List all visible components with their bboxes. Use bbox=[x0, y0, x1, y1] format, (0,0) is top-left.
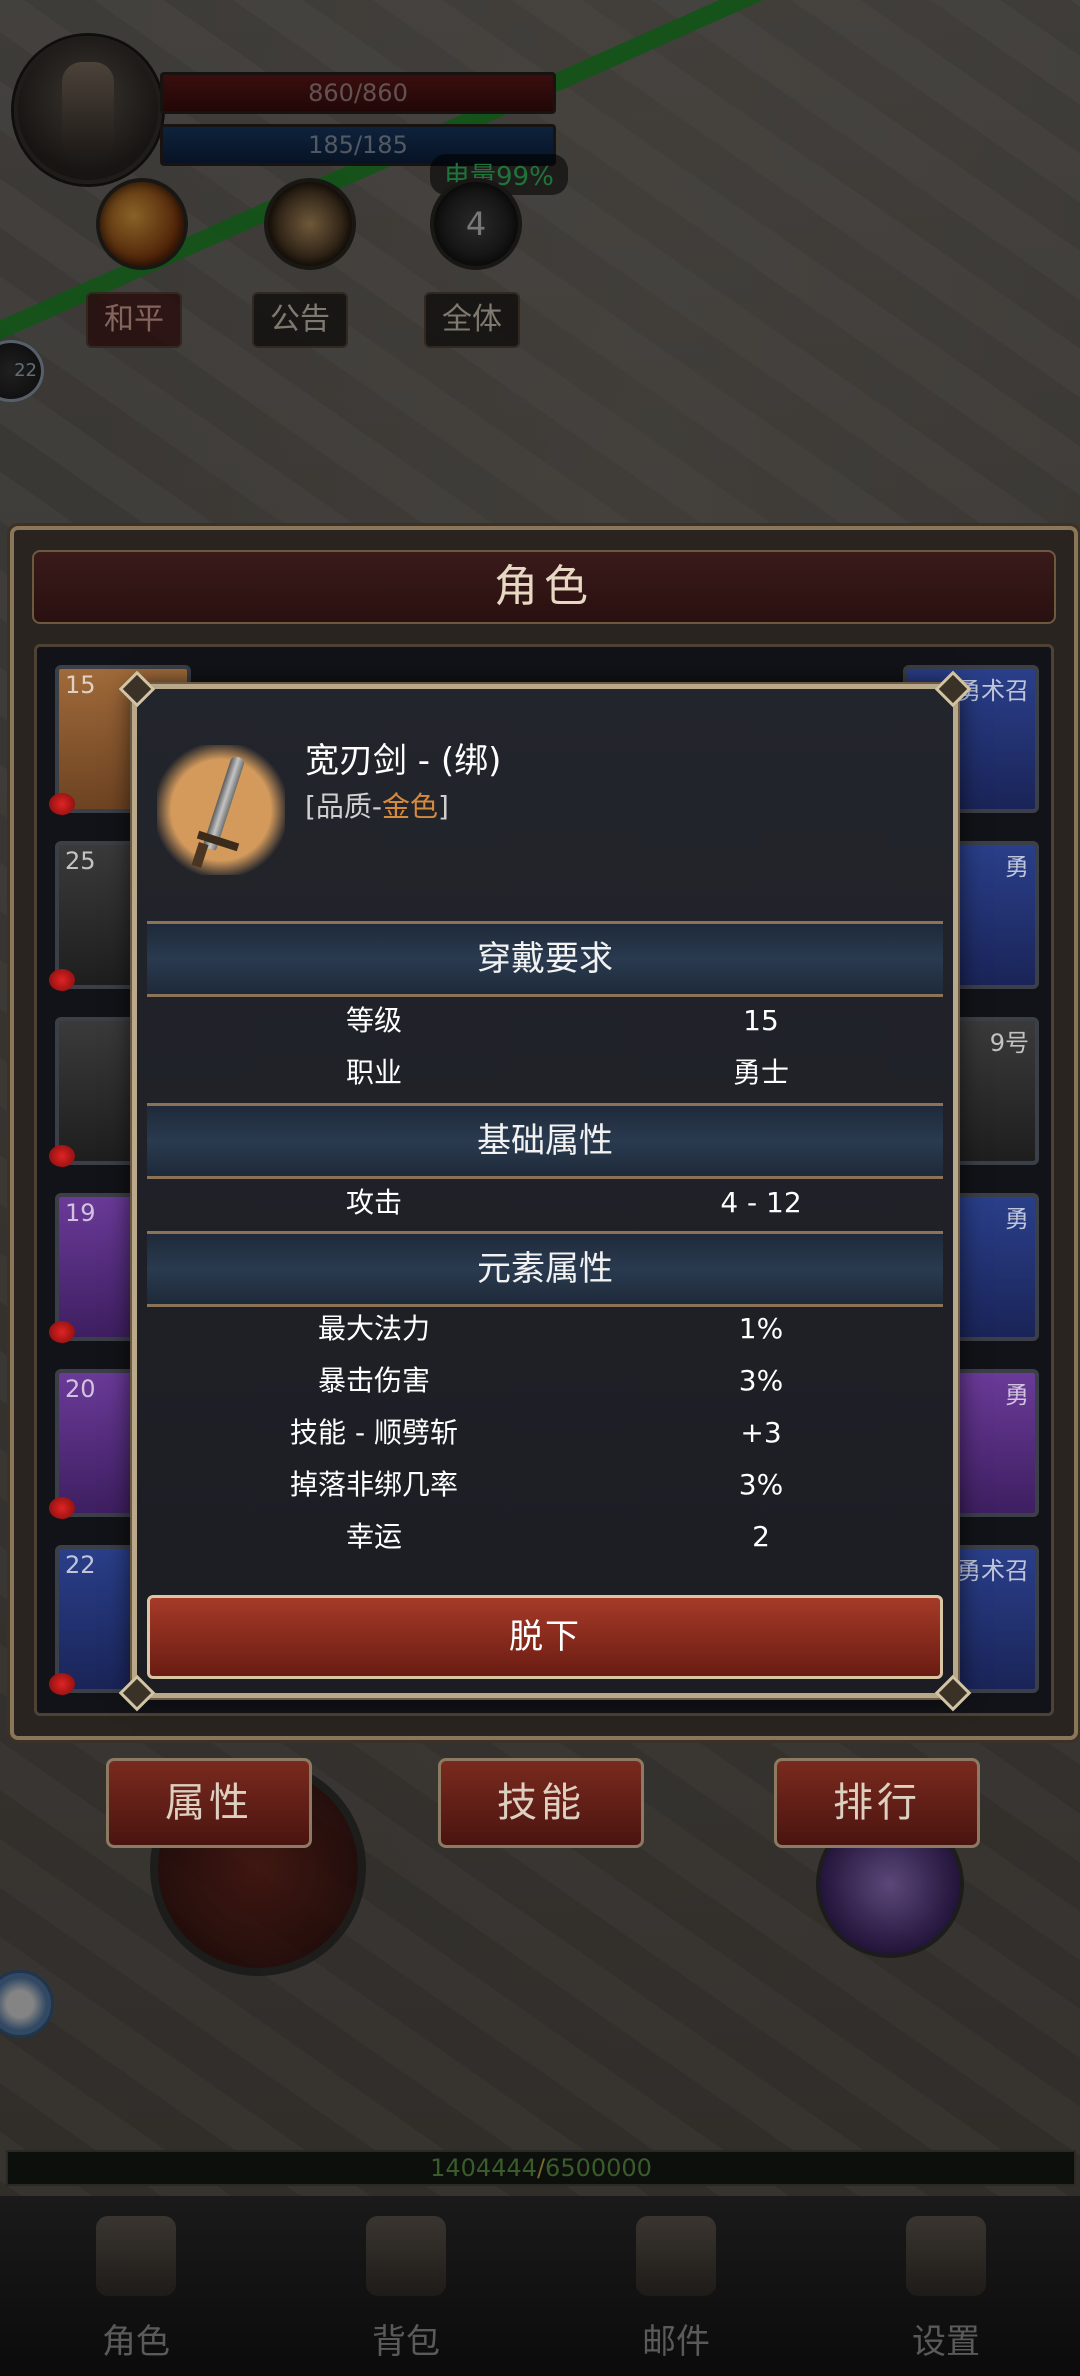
stat-label: 攻击 bbox=[345, 1186, 402, 1219]
stat-row: 最大法力 1% bbox=[137, 1303, 953, 1355]
bind-icon bbox=[49, 1497, 75, 1519]
nav-label: 背包 bbox=[372, 2322, 440, 2362]
nav-label: 角色 bbox=[102, 2322, 170, 2362]
xp-max: 6500000 bbox=[545, 2154, 652, 2182]
stat-label: 等级 bbox=[345, 1004, 402, 1037]
stat-row: 职业 勇士 bbox=[137, 1047, 953, 1099]
item-quality: [品质-金色] bbox=[305, 785, 449, 825]
nav-label: 设置 bbox=[912, 2322, 980, 2362]
item-name: 宽刃剑 - (绑) bbox=[305, 741, 502, 781]
bind-icon bbox=[49, 1673, 75, 1695]
stat-row: 技能 - 顺劈斩 +3 bbox=[137, 1407, 953, 1459]
stat-row: 暴击伤害 3% bbox=[137, 1355, 953, 1407]
mail-icon bbox=[636, 2216, 716, 2296]
nav-label: 邮件 bbox=[642, 2322, 710, 2362]
unequip-button[interactable]: 脱下 bbox=[147, 1595, 943, 1679]
bind-icon bbox=[49, 793, 75, 815]
stat-value: 3% bbox=[738, 1468, 784, 1501]
slot-class: 勇术召 bbox=[957, 1557, 1029, 1585]
stat-value: 勇士 bbox=[732, 1056, 789, 1089]
stat-value: 1% bbox=[738, 1312, 784, 1345]
stat-value: 2 bbox=[752, 1520, 770, 1553]
stat-row: 攻击 4 - 12 bbox=[137, 1177, 953, 1229]
gear-icon bbox=[906, 2216, 986, 2296]
slot-level: 15 bbox=[65, 671, 96, 699]
slot-class: 勇 bbox=[1005, 1381, 1029, 1409]
stat-label: 暴击伤害 bbox=[317, 1364, 430, 1397]
quality-suffix: ] bbox=[438, 790, 449, 823]
item-tooltip: 宽刃剑 - (绑) [品质-金色] 穿戴要求 等级 15 职业 勇士 基础属性 … bbox=[118, 670, 972, 1712]
section-element-attributes: 元素属性 bbox=[147, 1231, 943, 1307]
slot-level: 25 bbox=[65, 847, 96, 875]
xp-bar: 1404444/6500000 bbox=[6, 2150, 1076, 2186]
slot-level: 20 bbox=[65, 1375, 96, 1403]
nav-character[interactable]: 角色 bbox=[46, 2216, 226, 2366]
stat-label: 幸运 bbox=[345, 1520, 402, 1553]
ranking-button[interactable]: 排行 bbox=[774, 1758, 980, 1848]
stat-value: 4 - 12 bbox=[720, 1186, 802, 1219]
section-base-attributes: 基础属性 bbox=[147, 1103, 943, 1179]
bind-icon bbox=[49, 969, 75, 991]
stat-value: +3 bbox=[740, 1416, 782, 1449]
stat-row: 掉落非绑几率 3% bbox=[137, 1459, 953, 1511]
xp-separator: / bbox=[536, 2154, 546, 2182]
section-requirements: 穿戴要求 bbox=[147, 921, 943, 997]
stat-row: 幸运 2 bbox=[137, 1511, 953, 1563]
bag-icon bbox=[366, 2216, 446, 2296]
skills-button[interactable]: 技能 bbox=[438, 1758, 644, 1848]
panel-title: 角色 bbox=[32, 550, 1056, 624]
slot-class: 勇 bbox=[1005, 853, 1029, 881]
sword-icon bbox=[157, 745, 285, 875]
sword-hilt bbox=[191, 842, 209, 868]
slot-level: 19 bbox=[65, 1199, 96, 1227]
stat-label: 技能 - 顺劈斩 bbox=[290, 1416, 458, 1449]
slot-class: 勇 bbox=[1005, 1205, 1029, 1233]
stat-row: 等级 15 bbox=[137, 995, 953, 1047]
bottom-nav: 角色 背包 邮件 设置 bbox=[0, 2196, 1080, 2376]
bind-icon bbox=[49, 1145, 75, 1167]
nav-mail[interactable]: 邮件 bbox=[586, 2216, 766, 2366]
slot-class: 9号 bbox=[989, 1029, 1029, 1057]
bind-icon bbox=[49, 1321, 75, 1343]
stat-value: 15 bbox=[743, 1004, 779, 1037]
xp-current: 1404444 bbox=[430, 2154, 537, 2182]
slot-level: 22 bbox=[65, 1551, 96, 1579]
stat-label: 职业 bbox=[345, 1056, 402, 1089]
stat-label: 掉落非绑几率 bbox=[289, 1468, 458, 1501]
stat-value: 3% bbox=[738, 1364, 784, 1397]
character-icon bbox=[96, 2216, 176, 2296]
nav-settings[interactable]: 设置 bbox=[856, 2216, 1036, 2366]
stat-label: 最大法力 bbox=[317, 1312, 430, 1345]
attributes-button[interactable]: 属性 bbox=[106, 1758, 312, 1848]
quality-prefix: [品质- bbox=[305, 790, 383, 823]
quality-value: 金色 bbox=[382, 790, 439, 823]
nav-bag[interactable]: 背包 bbox=[316, 2216, 496, 2366]
